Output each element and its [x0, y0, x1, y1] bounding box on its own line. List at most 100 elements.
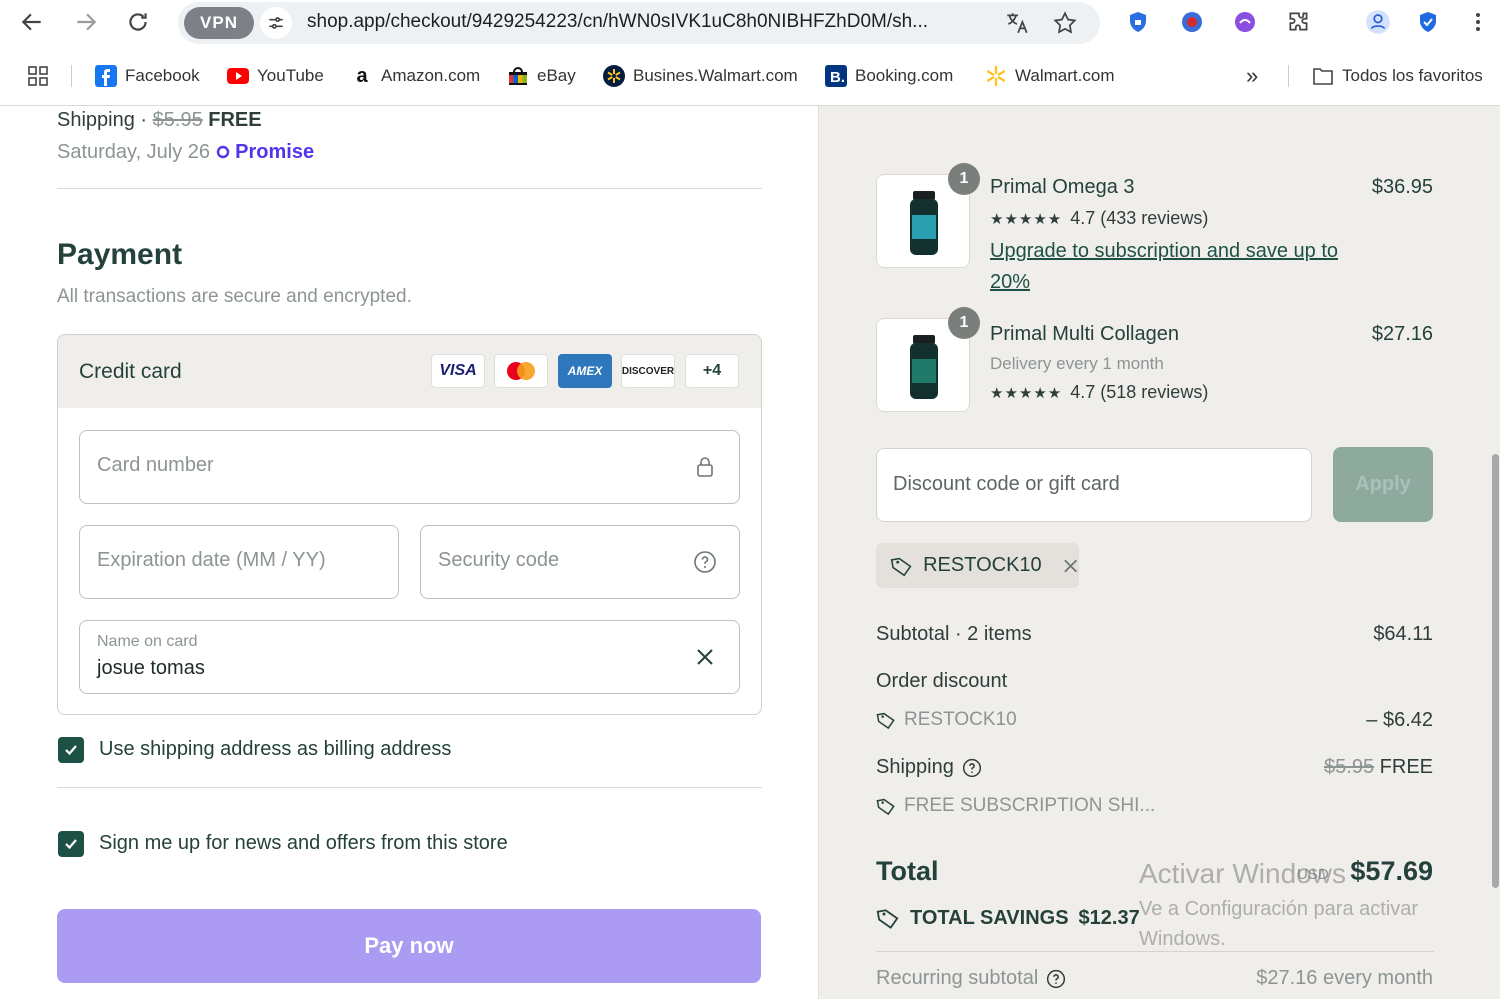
bookmark-label: Amazon.com	[381, 66, 481, 85]
translate-button[interactable]	[1002, 8, 1032, 38]
browser-menu-button[interactable]	[1462, 6, 1494, 38]
shipping-summary-new: FREE	[1379, 756, 1433, 778]
savings-label: TOTAL SAVINGS	[910, 906, 1069, 929]
pay-now-button[interactable]: Pay now	[57, 909, 761, 983]
billing-address-label[interactable]: Use shipping address as billing address	[99, 738, 451, 761]
browser-toolbar: VPN shop.app/checkout/9429254223/cn/hWN0…	[0, 0, 1500, 44]
product-name: Primal Omega 3	[990, 176, 1135, 198]
tag-icon	[876, 909, 899, 929]
vpn-badge[interactable]: VPN	[184, 7, 254, 39]
facebook-icon	[95, 65, 117, 87]
remove-code-icon[interactable]	[1062, 557, 1079, 575]
forward-arrow-icon	[77, 13, 97, 31]
scrollbar-thumb[interactable]	[1492, 454, 1499, 888]
apps-grid-icon	[28, 66, 48, 86]
star-outline-icon	[1053, 11, 1077, 34]
shipping-new-price: FREE	[208, 109, 262, 131]
purple-extension-icon	[1235, 12, 1255, 32]
product-rating: ★★★★★ 4.7 (433 reviews)	[990, 208, 1208, 229]
help-circle-icon[interactable]	[1046, 969, 1066, 989]
shipping-label: Shipping	[57, 109, 135, 131]
profile-button[interactable]	[1362, 6, 1394, 38]
discount-placeholder: Discount code or gift card	[893, 473, 1120, 495]
billing-address-checkbox[interactable]	[58, 737, 84, 763]
expiration-date-field[interactable]: Expiration date (MM / YY)	[79, 525, 399, 599]
bookmark-booking[interactable]: B. Booking.com	[825, 64, 953, 88]
bookmark-facebook[interactable]: Facebook	[95, 64, 200, 88]
bookmarks-divider	[71, 65, 72, 87]
applied-discount-tag: RESTOCK10	[876, 543, 1079, 588]
bookmarks-overflow-button[interactable]: »	[1246, 63, 1258, 88]
apply-discount-button[interactable]: Apply	[1333, 447, 1433, 522]
page-scrollbar[interactable]	[1490, 106, 1500, 999]
reload-icon	[129, 13, 147, 31]
delivery-date: Saturday, July 26	[57, 141, 211, 163]
promise-icon	[216, 145, 229, 159]
tag-icon	[876, 712, 895, 730]
visa-logo: VISA	[431, 354, 485, 388]
help-circle-icon[interactable]	[962, 758, 982, 778]
rating-text: 4.7 (518 reviews)	[1070, 382, 1209, 402]
discount-code-input[interactable]: Discount code or gift card	[876, 448, 1312, 522]
kebab-menu-icon	[1476, 13, 1480, 31]
discount-code-text: RESTOCK10	[904, 709, 1017, 730]
booking-icon: B.	[825, 65, 847, 87]
security-code-field[interactable]: Security code	[420, 525, 740, 599]
promise-badge[interactable]: Promise	[216, 141, 314, 163]
shipping-promo-text: FREE SUBSCRIPTION SHI...	[904, 795, 1156, 816]
section-divider	[57, 787, 762, 788]
folder-icon	[1312, 65, 1334, 87]
bookmark-youtube[interactable]: YouTube	[227, 64, 324, 88]
order-discount-value: – $6.42	[1366, 709, 1433, 731]
upgrade-subscription-link[interactable]: Upgrade to subscription and save up to 2…	[990, 236, 1370, 298]
card-number-field[interactable]: Card number	[79, 430, 740, 504]
url-text[interactable]: shop.app/checkout/9429254223/cn/hWN0sIVK…	[307, 11, 987, 33]
shipping-promo-code: FREE SUBSCRIPTION SHI...	[876, 795, 1155, 817]
site-info-button[interactable]	[260, 7, 292, 39]
quantity-badge: 1	[948, 307, 980, 339]
apps-button[interactable]	[27, 64, 49, 88]
subtotal-label: Subtotal · 2 items	[876, 623, 1032, 645]
extension-globe[interactable]	[1176, 6, 1208, 38]
address-bar[interactable]: VPN shop.app/checkout/9429254223/cn/hWN0…	[178, 2, 1100, 44]
bookmarks-divider	[1288, 65, 1289, 87]
watermark-subtitle: Ve a Configuración para activar Windows.	[1139, 898, 1419, 950]
back-arrow-icon	[21, 13, 41, 31]
extension-shield[interactable]	[1122, 6, 1154, 38]
name-on-card-field[interactable]: Name on card josue tomas	[79, 620, 740, 694]
security-code-placeholder: Security code	[438, 549, 560, 571]
expiration-placeholder: Expiration date (MM / YY)	[97, 549, 326, 571]
bookmark-walmart[interactable]: Walmart.com	[985, 64, 1115, 88]
quantity-badge: 1	[948, 163, 980, 195]
walmart-business-icon	[603, 65, 625, 87]
bookmark-walmart-business[interactable]: Busines.Walmart.com	[603, 64, 798, 88]
product-name: Primal Multi Collagen	[990, 323, 1179, 345]
avatar-icon	[1366, 10, 1390, 34]
walmart-icon	[985, 65, 1007, 87]
all-bookmarks-button[interactable]: Todos los favoritos	[1312, 64, 1483, 88]
back-button[interactable]	[16, 6, 48, 38]
forward-button[interactable]	[70, 6, 102, 38]
credit-card-header[interactable]: Credit card VISA AMEX DISCOVER +4	[58, 335, 761, 408]
extensions-button[interactable]	[1283, 6, 1315, 38]
clear-icon[interactable]	[693, 645, 717, 669]
newsletter-checkbox[interactable]	[58, 831, 84, 857]
extension-purple[interactable]	[1229, 6, 1261, 38]
rating-stars: ★★★★★	[990, 385, 1063, 402]
bookmark-ebay[interactable]: eBay	[507, 64, 576, 88]
applied-code: RESTOCK10	[923, 554, 1042, 576]
bookmark-star-button[interactable]	[1050, 8, 1080, 38]
bookmarks-bar: Facebook YouTube a Amazon.com eBay Busin…	[0, 54, 1500, 98]
reload-button[interactable]	[122, 6, 154, 38]
payment-subtitle: All transactions are secure and encrypte…	[57, 286, 412, 307]
newsletter-label[interactable]: Sign me up for news and offers from this…	[99, 832, 508, 855]
payment-method-label: Credit card	[79, 360, 182, 383]
recurring-subtotal-label: Recurring subtotal	[876, 967, 1066, 990]
recurring-label-text: Recurring subtotal	[876, 967, 1039, 989]
puzzle-icon	[1289, 12, 1308, 31]
bookmark-amazon[interactable]: a Amazon.com	[351, 64, 480, 88]
help-circle-icon[interactable]	[693, 550, 717, 574]
shipping-separator: ·	[140, 109, 148, 131]
shipping-summary-old: $5.95	[1324, 756, 1375, 778]
extension-check-shield[interactable]	[1412, 6, 1444, 38]
